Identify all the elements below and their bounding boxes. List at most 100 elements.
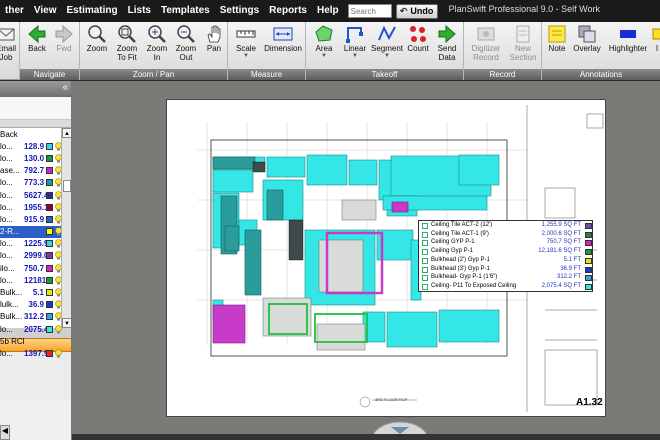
segment-icon [377, 24, 397, 44]
menu-item-other[interactable]: ther [0, 0, 29, 22]
takeoff-row-qty: 915.9 [24, 214, 45, 224]
dimension-button[interactable]: Dimension [262, 24, 304, 68]
color-swatch[interactable] [46, 203, 53, 211]
color-swatch[interactable] [46, 167, 53, 175]
color-swatch[interactable] [46, 276, 53, 284]
digitizer-label-2: Record [473, 53, 499, 62]
menu-item-lists[interactable]: Lists [123, 0, 156, 22]
takeoff-row-name: ilo... [0, 263, 15, 273]
takeoff-row[interactable]: 5b RCP-... [0, 335, 71, 347]
takeoff-row-name: 5b RCP-... [0, 336, 24, 346]
legend-row: Ceiling- P11 To Exposed Ceiling 2,075.4 S… [419, 283, 594, 292]
search-input[interactable] [347, 4, 392, 18]
pan-button[interactable]: Pan [201, 24, 227, 68]
color-swatch[interactable] [46, 154, 53, 162]
color-swatch[interactable] [46, 301, 53, 309]
group-label-annotations: Annotations [542, 69, 660, 80]
zoom-in-label-1: Zoom [146, 44, 168, 53]
takeoff-row-qty: 1955.1 [24, 202, 49, 212]
takeoff-row-name: lo... [0, 190, 13, 200]
takeoff-type-icon [422, 275, 428, 282]
horizontal-scrollbar[interactable] [72, 434, 660, 440]
legend-row: Ceiling Gyp P-1 12,181.6 SQ FT [419, 248, 594, 257]
menu-item-settings[interactable]: Settings [215, 0, 264, 22]
sheet-caption: 3RD FLOOR RCP [375, 397, 408, 402]
color-swatch[interactable] [46, 240, 53, 248]
takeoff-row-qty: 36.9 [28, 300, 44, 310]
digitizer-icon [476, 24, 496, 44]
group-label-measure: Measure [228, 69, 305, 80]
menu-item-templates[interactable]: Templates [156, 0, 215, 22]
dimension-icon [273, 24, 293, 44]
color-swatch[interactable] [46, 325, 53, 333]
linear-button[interactable]: Linear ▼ [340, 24, 370, 68]
overlay-button[interactable]: Overlay [570, 24, 604, 68]
segment-dropdown-icon[interactable]: ▼ [384, 53, 390, 59]
note-button[interactable]: Note [545, 24, 569, 68]
ink-button[interactable]: I [652, 24, 660, 68]
legend-row: Ceiling GYP P-1 750.7 SQ FT [419, 239, 594, 248]
color-swatch[interactable] [46, 289, 53, 297]
color-swatch[interactable] [46, 313, 53, 321]
takeoff-type-icon [422, 231, 428, 238]
group-label-zoom-pan: Zoom / Pan [80, 69, 227, 80]
scroll-thumb[interactable] [63, 180, 71, 192]
takeoff-list-scrollbar[interactable]: ▲ ▼ [61, 128, 71, 328]
menu-item-help[interactable]: Help [312, 0, 344, 22]
scale-dropdown-icon[interactable]: ▼ [243, 53, 249, 59]
area-dropdown-icon[interactable]: ▼ [321, 53, 327, 59]
takeoff-legend[interactable]: Ceiling Tile ACT-2 (12') 1,255.9 SQ FT Cei… [418, 220, 593, 292]
highlighter-button[interactable]: Highlighter [605, 24, 651, 68]
plan-sheet[interactable]: Ceiling Tile ACT-2 (12') 1,255.9 SQ FT Cei… [166, 99, 606, 417]
scroll-up-icon[interactable]: ▲ [62, 128, 71, 138]
sheet-number: A1.32 [576, 397, 603, 408]
undo-button[interactable]: ↶ Undo [395, 3, 438, 19]
legend-row-qty: 2,000.6 SQ FT [541, 230, 581, 237]
zoom-in-button[interactable]: Zoom In [143, 24, 171, 68]
digitizer-record-button[interactable]: Digitizer Record [467, 24, 505, 68]
takeoff-row[interactable]: lo... 1397.9 [0, 347, 71, 359]
segment-button[interactable]: Segment ▼ [371, 24, 403, 68]
zoom-fit-icon [117, 24, 137, 44]
panel-toolbar-area [0, 97, 71, 120]
count-button[interactable]: Count [404, 24, 432, 68]
color-swatch[interactable] [46, 179, 53, 187]
group-email: Email Job [0, 22, 20, 80]
scroll-down-icon[interactable]: ▼ [62, 318, 71, 328]
legend-row-name: Bulkhead (2') Gyp P-1 [431, 256, 490, 263]
drawing-canvas[interactable]: Ceiling Tile ACT-2 (12') 1,255.9 SQ FT Cei… [72, 81, 660, 440]
email-job-label-2: Job [0, 53, 13, 62]
menu-item-estimating[interactable]: Estimating [62, 0, 123, 22]
undo-icon: ↶ [399, 5, 408, 16]
menu-item-view[interactable]: View [29, 0, 62, 22]
linear-dropdown-icon[interactable]: ▼ [352, 53, 358, 59]
legend-row-qty: 1,255.9 SQ FT [541, 222, 581, 228]
collapse-panel-icon[interactable]: « [62, 82, 68, 93]
email-job-button[interactable]: Email Job [0, 24, 20, 68]
takeoff-row-name: lo... [0, 214, 13, 224]
color-swatch[interactable] [46, 252, 53, 260]
color-swatch[interactable] [46, 349, 53, 357]
scale-button[interactable]: Scale ▼ [231, 24, 261, 68]
forward-button[interactable]: Fwd [51, 24, 77, 68]
digitizer-label-1: Digitizer [471, 44, 501, 53]
new-section-button[interactable]: New Section [506, 24, 540, 68]
send-data-button[interactable]: Send Data [433, 24, 461, 68]
color-swatch[interactable] [46, 215, 53, 223]
visibility-bulb-icon[interactable] [55, 349, 62, 358]
takeoff-row-qty: 750.7 [24, 263, 45, 273]
left-arrow-icon[interactable]: ◀ [0, 425, 10, 440]
zoom-button[interactable]: Zoom [83, 24, 111, 68]
color-swatch[interactable] [46, 228, 53, 236]
zoom-to-fit-button[interactable]: Zoom To Fit [112, 24, 142, 68]
back-button[interactable]: Back [24, 24, 50, 68]
color-swatch[interactable] [46, 142, 53, 150]
menu-item-reports[interactable]: Reports [264, 0, 312, 22]
color-swatch[interactable] [46, 264, 53, 272]
scale-icon [236, 24, 256, 44]
takeoff-row-name: 2-R... [0, 227, 20, 237]
legend-row-qty: 2,075.4 SQ FT [541, 282, 581, 289]
area-button[interactable]: Area ▼ [309, 24, 339, 68]
color-swatch[interactable] [46, 191, 53, 199]
zoom-out-button[interactable]: Zoom Out [172, 24, 200, 68]
